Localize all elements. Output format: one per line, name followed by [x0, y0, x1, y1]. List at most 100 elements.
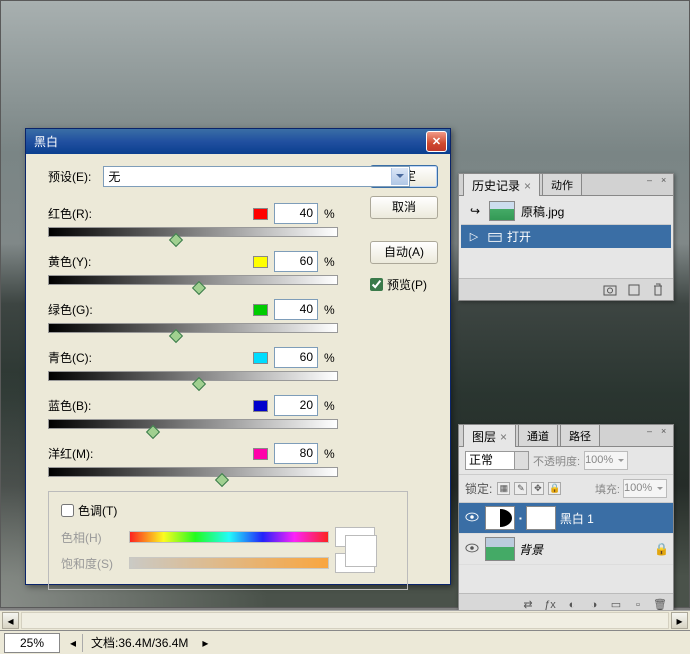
tint-checkbox[interactable]	[61, 504, 74, 517]
slider-label: 蓝色(B):	[48, 397, 247, 414]
fill-input[interactable]: 100%	[623, 479, 667, 498]
status-prev-icon[interactable]: ◂	[64, 636, 82, 650]
cyan-slider[interactable]	[48, 371, 338, 381]
hue-slider	[129, 531, 329, 543]
slider-thumb[interactable]	[169, 329, 183, 343]
auto-button[interactable]: 自动(A)	[370, 241, 438, 264]
panel-close-icon[interactable]: ×	[661, 427, 671, 437]
history-snapshot-icon[interactable]: ↪	[467, 204, 483, 218]
panel-minimize-icon[interactable]: –	[647, 176, 657, 186]
cancel-button[interactable]: 取消	[370, 196, 438, 219]
green-value-input[interactable]: 40	[274, 299, 318, 320]
chevron-down-icon[interactable]	[391, 168, 408, 185]
layers-panel: 图层× 通道 路径 – × 正常 不透明度: 100% 锁定: ▦ ✎ ✥ 🔒 …	[458, 424, 674, 616]
link-icon: ▪	[519, 514, 522, 523]
new-state-icon[interactable]	[627, 283, 641, 297]
preset-select[interactable]: 无	[103, 166, 410, 187]
visibility-toggle[interactable]	[463, 542, 481, 556]
lock-position-icon[interactable]: ✥	[531, 482, 544, 495]
layer-name[interactable]: 背景	[519, 541, 543, 558]
yellow-value-input[interactable]: 60	[274, 251, 318, 272]
trash-icon[interactable]	[651, 283, 665, 297]
lock-all-icon[interactable]: 🔒	[548, 482, 561, 495]
black-white-dialog: 黑白 ✕ 确定 取消 自动(A) 预览(P) 预设(E): 无 红色(R):	[25, 128, 451, 585]
scroll-left-icon[interactable]: ◂	[2, 612, 19, 629]
document-name: 原稿.jpg	[521, 203, 564, 220]
tab-label: 图层	[472, 430, 496, 444]
tint-label: 色调(T)	[78, 502, 117, 519]
fill-label: 填充:	[595, 481, 620, 497]
tab-paths[interactable]: 路径	[560, 424, 600, 446]
slider-label: 绿色(G):	[48, 301, 247, 318]
doc-size-text: 36.4M/36.4M	[118, 636, 188, 650]
slider-thumb[interactable]	[215, 473, 229, 487]
scroll-track[interactable]	[21, 612, 669, 629]
cyan-swatch-icon	[253, 352, 268, 364]
opacity-input[interactable]: 100%	[584, 451, 628, 470]
layer-name[interactable]: 黑白 1	[560, 510, 594, 527]
close-icon[interactable]: ✕	[426, 131, 447, 152]
preview-label: 预览(P)	[387, 276, 427, 293]
adjustment-layer-icon	[485, 506, 515, 530]
status-menu-icon[interactable]: ▸	[196, 636, 214, 650]
red-slider[interactable]	[48, 227, 338, 237]
history-brush-icon[interactable]: ▷	[465, 230, 483, 243]
slider-thumb[interactable]	[192, 281, 206, 295]
visibility-toggle[interactable]	[463, 511, 481, 525]
document-thumb-icon	[489, 201, 515, 221]
dialog-titlebar[interactable]: 黑白 ✕	[26, 129, 450, 154]
preview-checkbox-input[interactable]	[370, 278, 383, 291]
preset-value: 无	[108, 168, 120, 185]
panel-close-icon[interactable]: ×	[661, 176, 671, 186]
lock-transparency-icon[interactable]: ▦	[497, 482, 510, 495]
slider-thumb[interactable]	[169, 233, 183, 247]
cyan-value-input[interactable]: 60	[274, 347, 318, 368]
green-swatch-icon	[253, 304, 268, 316]
layer-row[interactable]: 背景 🔒	[459, 534, 673, 565]
slider-thumb[interactable]	[146, 425, 160, 439]
tab-close-icon[interactable]: ×	[500, 430, 507, 444]
panel-minimize-icon[interactable]: –	[647, 427, 657, 437]
magenta-swatch-icon	[253, 448, 268, 460]
tint-preview-swatch	[345, 535, 377, 567]
green-slider[interactable]	[48, 323, 338, 333]
tint-group: 色调(T) 色相(H) 饱和度(S)	[48, 491, 408, 590]
history-panel: 历史记录 × 动作 – × ↪ 原稿.jpg ▷ 打开	[458, 173, 674, 301]
chevron-down-icon[interactable]	[514, 452, 528, 469]
history-item[interactable]: ▷ 打开	[461, 225, 671, 248]
magenta-value-input[interactable]: 80	[274, 443, 318, 464]
preset-label: 预设(E):	[48, 168, 91, 185]
lock-pixels-icon[interactable]: ✎	[514, 482, 527, 495]
slider-thumb[interactable]	[192, 377, 206, 391]
layer-row[interactable]: ▪ 黑白 1	[459, 503, 673, 534]
magenta-slider[interactable]	[48, 467, 338, 477]
yellow-slider[interactable]	[48, 275, 338, 285]
saturation-slider	[129, 557, 329, 569]
tab-close-icon[interactable]: ×	[524, 179, 531, 193]
layer-mask-thumb[interactable]	[526, 506, 556, 530]
tab-label: 历史记录	[472, 179, 520, 193]
tab-history[interactable]: 历史记录 ×	[463, 173, 540, 196]
scroll-right-icon[interactable]: ▸	[671, 612, 688, 629]
new-snapshot-icon[interactable]	[603, 283, 617, 297]
blue-slider[interactable]	[48, 419, 338, 429]
tab-channels[interactable]: 通道	[518, 424, 558, 446]
yellow-swatch-icon	[253, 256, 268, 268]
lock-icon: 🔒	[654, 542, 669, 556]
history-item-label: 打开	[507, 228, 531, 245]
blue-value-input[interactable]: 20	[274, 395, 318, 416]
lock-label: 锁定:	[465, 480, 492, 497]
blend-mode-select[interactable]: 正常	[465, 451, 529, 470]
preview-checkbox[interactable]: 预览(P)	[370, 276, 438, 293]
percent-label: %	[324, 399, 338, 413]
percent-label: %	[324, 447, 338, 461]
opacity-label: 不透明度:	[533, 453, 580, 469]
red-value-input[interactable]: 40	[274, 203, 318, 224]
tab-actions[interactable]: 动作	[542, 173, 582, 195]
horizontal-scrollbar[interactable]: ◂ ▸	[0, 610, 690, 630]
zoom-input[interactable]: 25%	[4, 633, 60, 653]
tab-layers[interactable]: 图层 ×	[463, 424, 516, 447]
slider-label: 黄色(Y):	[48, 253, 247, 270]
blue-swatch-icon	[253, 400, 268, 412]
slider-label: 洋红(M):	[48, 445, 247, 462]
